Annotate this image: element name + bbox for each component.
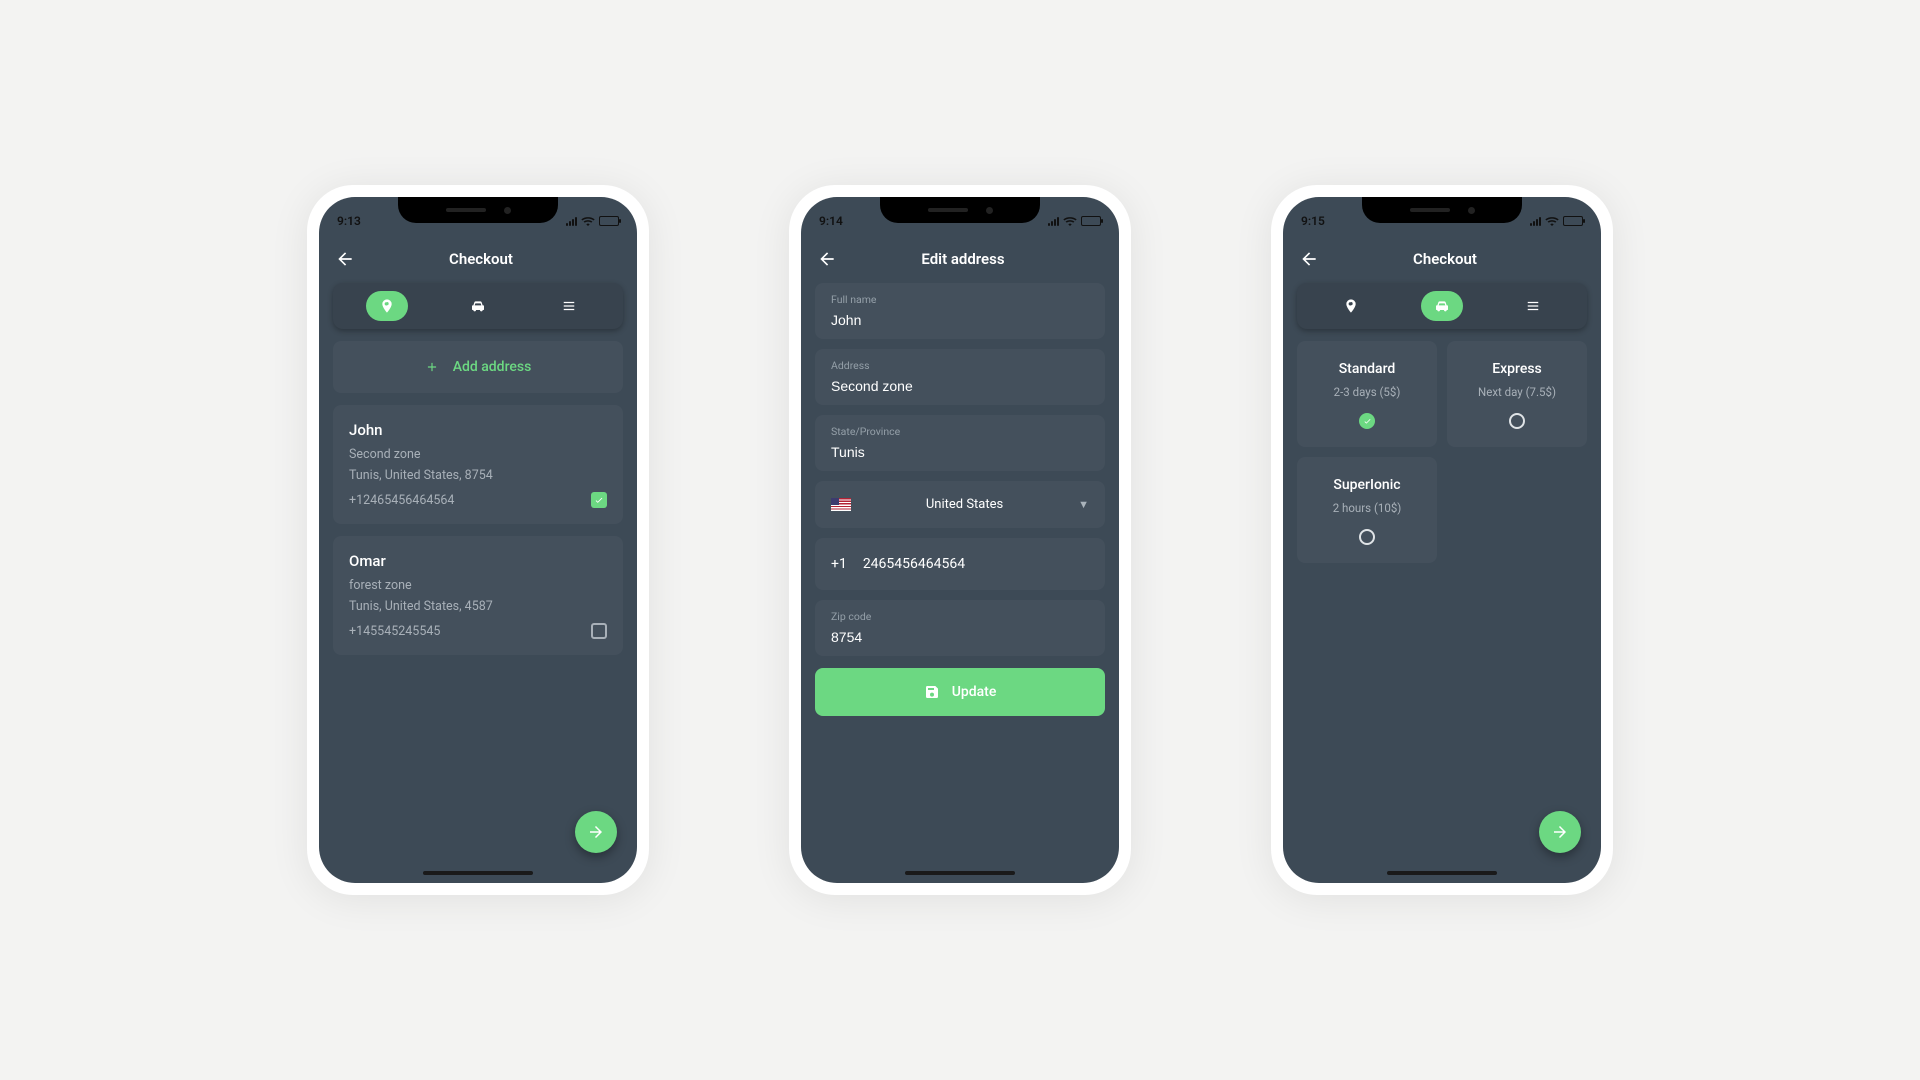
pin-icon xyxy=(379,298,395,314)
header: Edit address xyxy=(801,241,1119,283)
tab-address[interactable] xyxy=(1330,291,1372,321)
car-icon xyxy=(1433,298,1451,314)
address-field[interactable]: Address xyxy=(815,349,1105,405)
chevron-down-icon: ▼ xyxy=(1078,498,1089,511)
tab-shipping[interactable] xyxy=(457,291,499,321)
address-phone: +145545245545 xyxy=(349,624,607,639)
page-title: Checkout xyxy=(1305,250,1585,268)
status-time: 9:15 xyxy=(1301,214,1325,228)
page-title: Checkout xyxy=(341,250,621,268)
fullname-field[interactable]: Full name xyxy=(815,283,1105,339)
menu-icon xyxy=(1525,299,1541,313)
address-input[interactable] xyxy=(831,378,1089,394)
status-time: 9:13 xyxy=(337,214,361,228)
country-value: United States xyxy=(865,497,1064,512)
plus-icon xyxy=(425,360,439,374)
shipping-option-standard[interactable]: Standard 2-3 days (5$) xyxy=(1297,341,1437,447)
wifi-icon xyxy=(1063,216,1077,226)
header: Checkout xyxy=(319,241,637,283)
add-address-button[interactable]: Add address xyxy=(333,341,623,393)
field-label: Address xyxy=(831,359,1089,372)
field-label: State/Province xyxy=(831,425,1089,438)
device-notch xyxy=(880,197,1040,223)
pin-icon xyxy=(1343,298,1359,314)
address-line: Tunis, United States, 4587 xyxy=(349,599,607,614)
phone-value: 2465456464564 xyxy=(863,556,965,572)
address-line: Tunis, United States, 8754 xyxy=(349,468,607,483)
tab-address[interactable] xyxy=(366,291,408,321)
checkout-tabs xyxy=(333,283,623,329)
address-select-checkbox[interactable] xyxy=(591,623,607,639)
state-field[interactable]: State/Province xyxy=(815,415,1105,471)
home-indicator xyxy=(423,871,533,875)
arrow-right-icon xyxy=(1551,823,1569,841)
tab-summary[interactable] xyxy=(548,291,590,321)
next-button[interactable] xyxy=(575,811,617,853)
battery-icon xyxy=(599,216,619,226)
option-radio[interactable] xyxy=(1359,413,1375,429)
phone-mockup-3: 9:15 Checkout xyxy=(1271,185,1613,895)
tab-summary[interactable] xyxy=(1512,291,1554,321)
phone-mockup-1: 9:13 Checkout xyxy=(307,185,649,895)
state-input[interactable] xyxy=(831,444,1089,460)
checkout-tabs xyxy=(1297,283,1587,329)
dial-code: +1 xyxy=(831,556,847,572)
device-notch xyxy=(398,197,558,223)
address-card[interactable]: Omar forest zone Tunis, United States, 4… xyxy=(333,536,623,655)
address-card[interactable]: John Second zone Tunis, United States, 8… xyxy=(333,405,623,524)
option-info: Next day (7.5$) xyxy=(1457,385,1577,399)
address-name: Omar xyxy=(349,552,607,570)
car-icon xyxy=(469,298,487,314)
country-select[interactable]: United States ▼ xyxy=(815,481,1105,528)
flag-icon xyxy=(831,498,851,511)
option-name: Express xyxy=(1457,361,1577,377)
field-label: Full name xyxy=(831,293,1089,306)
shipping-option-superionic[interactable]: SuperIonic 2 hours (10$) xyxy=(1297,457,1437,563)
wifi-icon xyxy=(581,216,595,226)
add-address-label: Add address xyxy=(453,359,532,375)
header: Checkout xyxy=(1283,241,1601,283)
signal-icon xyxy=(1048,217,1059,226)
page-title: Edit address xyxy=(823,250,1103,268)
check-icon xyxy=(594,495,604,505)
update-label: Update xyxy=(952,684,997,700)
phone-mockup-2: 9:14 Edit address Full name Address xyxy=(789,185,1131,895)
fullname-input[interactable] xyxy=(831,312,1089,328)
address-name: John xyxy=(349,421,607,439)
option-name: Standard xyxy=(1307,361,1427,377)
phone-field[interactable]: +1 2465456464564 xyxy=(815,538,1105,590)
save-icon xyxy=(924,684,940,700)
tab-shipping[interactable] xyxy=(1421,291,1463,321)
home-indicator xyxy=(1387,871,1497,875)
status-time: 9:14 xyxy=(819,214,843,228)
signal-icon xyxy=(566,217,577,226)
zip-input[interactable] xyxy=(831,629,1089,645)
next-button[interactable] xyxy=(1539,811,1581,853)
device-notch xyxy=(1362,197,1522,223)
wifi-icon xyxy=(1545,216,1559,226)
option-radio[interactable] xyxy=(1509,413,1525,429)
menu-icon xyxy=(561,299,577,313)
shipping-option-express[interactable]: Express Next day (7.5$) xyxy=(1447,341,1587,447)
check-icon xyxy=(1363,416,1372,426)
address-select-checkbox[interactable] xyxy=(591,492,607,508)
option-radio[interactable] xyxy=(1359,529,1375,545)
home-indicator xyxy=(905,871,1015,875)
address-line: Second zone xyxy=(349,447,607,462)
update-button[interactable]: Update xyxy=(815,668,1105,716)
battery-icon xyxy=(1081,216,1101,226)
option-info: 2 hours (10$) xyxy=(1307,501,1427,515)
battery-icon xyxy=(1563,216,1583,226)
option-name: SuperIonic xyxy=(1307,477,1427,493)
arrow-right-icon xyxy=(587,823,605,841)
field-label: Zip code xyxy=(831,610,1089,623)
option-info: 2-3 days (5$) xyxy=(1307,385,1427,399)
address-phone: +12465456464564 xyxy=(349,493,607,508)
signal-icon xyxy=(1530,217,1541,226)
address-line: forest zone xyxy=(349,578,607,593)
zip-field[interactable]: Zip code xyxy=(815,600,1105,656)
